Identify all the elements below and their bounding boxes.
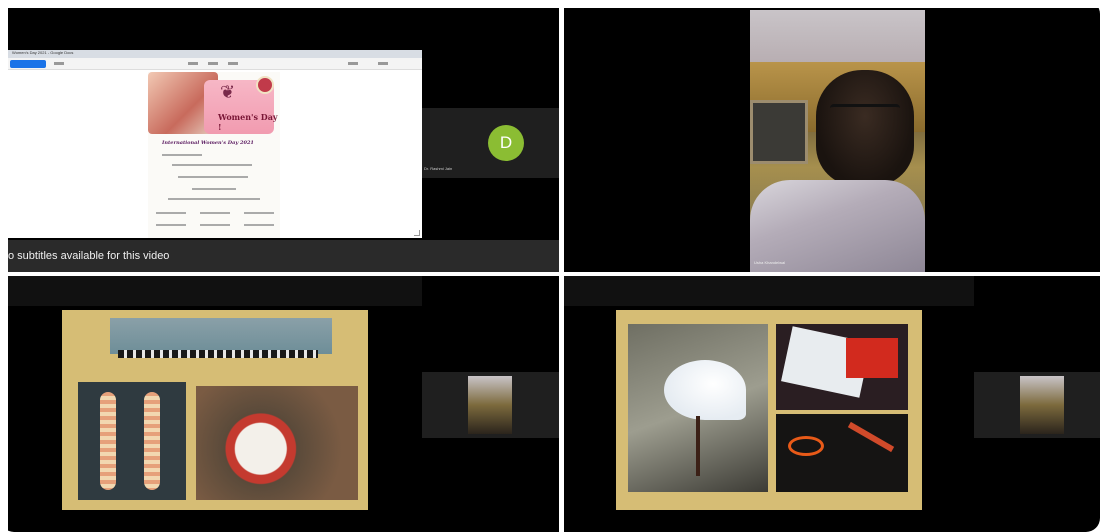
participant-name: Dr. Rashmi Jain xyxy=(424,166,453,171)
camera-background-frame xyxy=(750,100,808,164)
tile-top-strip xyxy=(8,276,422,306)
poster-text-line xyxy=(244,212,274,214)
shared-window-title: Women's Day 2021 - Google Docs xyxy=(12,50,74,55)
tile-top-strip xyxy=(564,276,974,306)
butterfly-icon: ❦ xyxy=(220,82,236,102)
leaf-craft xyxy=(144,392,160,490)
participant-thumbnail[interactable] xyxy=(422,372,559,438)
tile-screen-share[interactable]: Women's Day 2021 - Google Docs ❦ Women's… xyxy=(8,8,559,272)
toolbar-item xyxy=(188,62,198,65)
tissue-materials-photo xyxy=(776,324,908,410)
poster-heading: Women's Day ! xyxy=(218,112,278,132)
tile-camera-video[interactable]: Usha Khandelwal xyxy=(564,8,1100,272)
participant-name: Usha Khandelwal xyxy=(754,260,786,265)
glue-pen xyxy=(847,421,895,453)
shared-screen[interactable]: Women's Day 2021 - Google Docs ❦ Women's… xyxy=(8,50,422,238)
tile-slide-crafts-2[interactable] xyxy=(564,276,1100,532)
red-packet xyxy=(846,338,898,378)
toolbar-item xyxy=(54,62,64,65)
slide-banner xyxy=(110,318,332,354)
poster-text-line xyxy=(156,212,186,214)
toolbar-item xyxy=(208,62,218,65)
poster-text-line xyxy=(200,224,230,226)
paper-flower-photo xyxy=(628,324,768,492)
participant-face xyxy=(816,70,914,186)
flower-stem xyxy=(696,416,700,476)
toolbar-item xyxy=(348,62,358,65)
participant-thumbnail[interactable] xyxy=(974,372,1100,438)
participant-grid: Women's Day 2021 - Google Docs ❦ Women's… xyxy=(8,8,1100,532)
participant-saree xyxy=(750,180,925,272)
womens-day-poster: ❦ Women's Day ! International Women's Da… xyxy=(148,72,280,238)
participant-glasses xyxy=(830,104,900,114)
poster-title: International Women's Day 2021 xyxy=(162,140,254,146)
scissors-icon xyxy=(788,436,824,456)
craft-slide xyxy=(616,310,922,510)
poster-text-line xyxy=(172,164,252,166)
poster-text-line xyxy=(200,212,230,214)
poster-text-line xyxy=(168,198,260,200)
subtitle-notice: o subtitles available for this video xyxy=(8,250,170,262)
tile-slide-crafts-1[interactable] xyxy=(8,276,559,532)
poster-text-line xyxy=(156,224,186,226)
share-toolbar-button xyxy=(10,60,46,68)
paper-flower xyxy=(664,360,746,420)
resize-handle[interactable] xyxy=(414,230,420,236)
poster-text-line xyxy=(244,224,274,226)
shared-window-toolbar xyxy=(8,58,422,70)
poster-text-line xyxy=(192,188,236,190)
poster-text-line xyxy=(162,154,202,156)
video-call-window: Women's Day 2021 - Google Docs ❦ Women's… xyxy=(0,0,1100,532)
leaf-craft xyxy=(100,392,116,490)
poster-seal-icon xyxy=(256,76,274,94)
leaf-craft-photo xyxy=(78,382,186,500)
shared-window-titlebar: Women's Day 2021 - Google Docs xyxy=(8,50,422,58)
participant-mini-video xyxy=(1020,376,1064,434)
participant-mini-video xyxy=(468,376,512,434)
camera-feed: Usha Khandelwal xyxy=(750,10,925,272)
paper-craft-photo xyxy=(196,386,358,500)
slide-banner-lettering xyxy=(118,350,318,358)
toolbar-item xyxy=(378,62,388,65)
poster-text-line xyxy=(178,176,248,178)
toolbar-item xyxy=(228,62,238,65)
participant-thumbnail[interactable]: D Dr. Rashmi Jain xyxy=(422,108,559,178)
participant-avatar: D xyxy=(488,125,524,161)
subtitle-bar: o subtitles available for this video xyxy=(8,240,559,272)
tools-photo xyxy=(776,414,908,492)
craft-slide xyxy=(62,310,368,510)
